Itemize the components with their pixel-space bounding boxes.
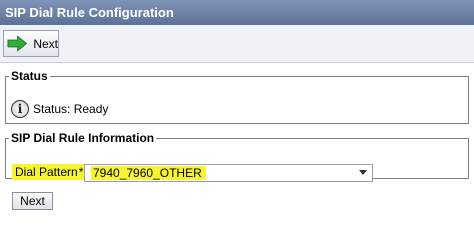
- toolbar: Next: [0, 25, 474, 63]
- bottom-next-button[interactable]: Next: [12, 192, 53, 210]
- window-title: SIP Dial Rule Configuration: [0, 0, 474, 25]
- sip-dial-rule-info-legend: SIP Dial Rule Information: [11, 131, 155, 145]
- toolbar-next-label: Next: [33, 36, 58, 51]
- sip-dial-rule-info-section: SIP Dial Rule Information Dial Pattern* …: [5, 131, 469, 182]
- green-right-arrow-icon: [7, 35, 28, 52]
- dial-pattern-select[interactable]: 7940_7960_OTHER: [84, 164, 373, 182]
- status-legend: Status: [11, 69, 48, 83]
- toolbar-next-button[interactable]: Next: [3, 30, 59, 57]
- status-text: Status: Ready: [33, 102, 109, 116]
- dial-pattern-label-text: Dial Pattern: [15, 165, 78, 179]
- info-icon: i: [11, 100, 29, 118]
- chevron-down-icon: [359, 170, 367, 175]
- status-section: Status i Status: Ready: [5, 69, 469, 124]
- status-row: i Status: Ready: [11, 100, 108, 118]
- dial-pattern-label: Dial Pattern*: [12, 164, 87, 180]
- dial-pattern-value: 7940_7960_OTHER: [91, 166, 206, 180]
- required-marker: *: [78, 165, 84, 179]
